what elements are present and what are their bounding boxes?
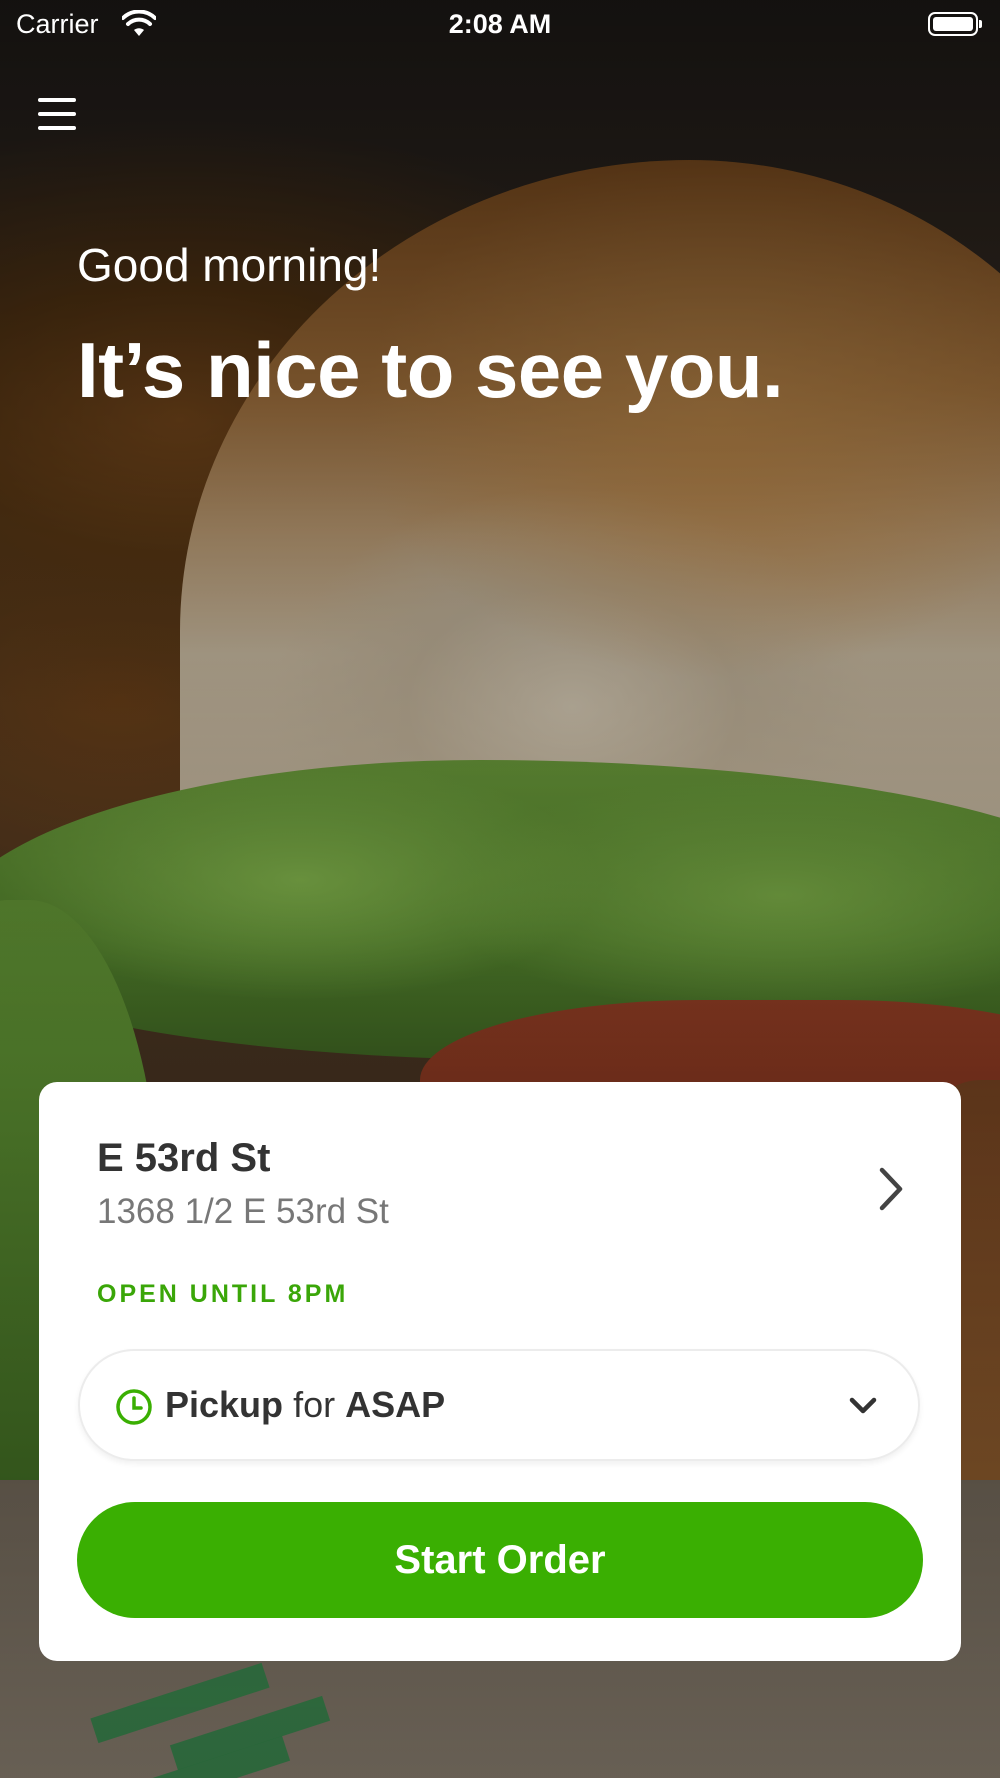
status-bar: Carrier 2:08 AM — [0, 0, 1000, 50]
order-connector: for — [293, 1384, 336, 1425]
order-time: ASAP — [345, 1384, 446, 1425]
order-mode-select[interactable]: Pickup for ASAP — [78, 1349, 920, 1461]
store-hours: OPEN UNTIL 8PM — [97, 1280, 349, 1308]
page-headline: It’s nice to see you. — [77, 326, 784, 414]
order-mode-label: Pickup for ASAP — [165, 1384, 445, 1426]
store-details-link[interactable]: E 53rd St 1368 1/2 E 53rd St — [39, 1082, 961, 1272]
store-name: E 53rd St — [97, 1136, 271, 1180]
home-screen: Carrier 2:08 AM Good morning! It’s nice … — [0, 0, 1000, 1778]
order-method: Pickup — [165, 1384, 284, 1425]
chevron-right-icon — [879, 1167, 903, 1211]
greeting-text: Good morning! — [77, 239, 382, 291]
chevron-down-icon — [849, 1397, 877, 1414]
start-order-button[interactable]: Start Order — [77, 1502, 923, 1618]
store-card: E 53rd St 1368 1/2 E 53rd St OPEN UNTIL … — [39, 1082, 961, 1661]
menu-button[interactable] — [30, 86, 86, 142]
status-time: 2:08 AM — [448, 9, 552, 39]
battery-icon — [928, 12, 982, 36]
store-address: 1368 1/2 E 53rd St — [97, 1192, 389, 1231]
clock-icon — [116, 1389, 152, 1425]
